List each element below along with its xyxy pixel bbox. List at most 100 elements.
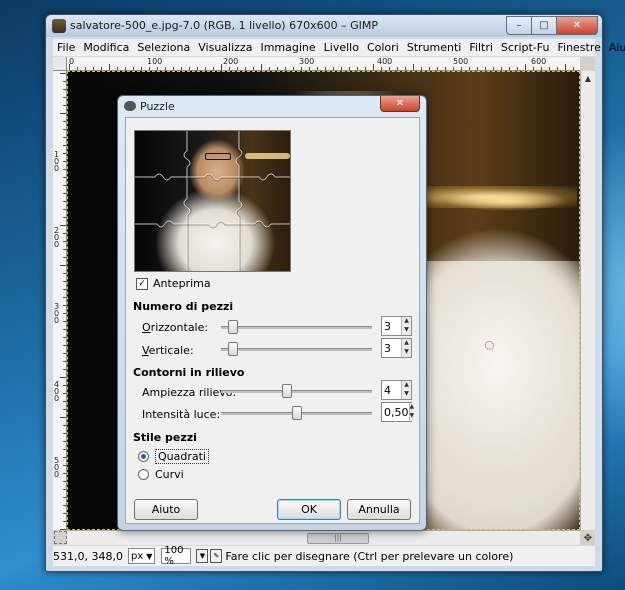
ruler-tick	[117, 67, 118, 70]
ruler-tick	[60, 529, 66, 530]
style-option-curvi[interactable]: Curvi	[138, 468, 184, 481]
spin-up-icon[interactable]: ▲	[402, 317, 411, 326]
vertical-scrollbar[interactable]: ▲	[580, 71, 595, 530]
ruler-tick	[60, 265, 66, 266]
horizontal-ruler[interactable]: 0 100 200 300 400 500 600	[67, 57, 580, 71]
zoom-dropdown-icon[interactable]: ▼	[196, 549, 209, 563]
ruler-tick	[63, 369, 66, 370]
ruler-tick	[429, 67, 430, 70]
ruler-tick	[63, 329, 66, 330]
help-button[interactable]: Aiuto	[134, 499, 198, 520]
ruler-tick	[261, 64, 262, 70]
spin-up-icon[interactable]: ▲	[402, 339, 411, 348]
ruler-tick	[549, 67, 550, 70]
zoom-value: 100 %	[164, 545, 184, 567]
ruler-corner[interactable]	[53, 57, 67, 71]
dialog-close-button[interactable]: ✕	[380, 96, 420, 112]
scroll-up-icon[interactable]: ▲	[582, 72, 594, 84]
vertical-ruler[interactable]: 100 200 300 400 500	[53, 71, 67, 530]
ruler-tick	[557, 67, 558, 70]
ruler-tick	[205, 67, 206, 70]
menu-livello[interactable]: Livello	[320, 41, 363, 54]
menu-script-fu[interactable]: Script-Fu	[497, 41, 554, 54]
menu-seleziona[interactable]: Seleziona	[133, 41, 194, 54]
ruler-tick	[63, 497, 66, 498]
minimize-button[interactable]: –	[506, 16, 532, 35]
ruler-tick	[389, 67, 390, 70]
ruler-tick	[157, 67, 158, 70]
maximize-button[interactable]: □	[531, 16, 557, 35]
ruler-h-label: 400	[377, 57, 393, 66]
quick-mask-icon[interactable]	[54, 531, 67, 544]
highlight-spinbox[interactable]: 0,50 ▲ ▼	[381, 402, 415, 422]
dialog-body: ✓ Anteprima Numero di pezzi Orizzontale:…	[125, 117, 420, 524]
vertical-slider-thumb[interactable]	[228, 342, 239, 356]
ruler-tick	[63, 209, 66, 210]
preview-checkbox-row[interactable]: ✓ Anteprima	[136, 277, 211, 290]
ruler-tick	[63, 89, 66, 90]
ruler-tick	[165, 67, 166, 70]
horizontal-scrollbar[interactable]: |||	[67, 530, 580, 545]
section-bevel-title: Contorni in rilievo	[133, 366, 245, 379]
bevel-width-slider-thumb[interactable]	[281, 384, 292, 398]
ruler-tick	[60, 417, 66, 418]
ruler-tick	[253, 67, 254, 70]
zoom-select[interactable]: 100 %	[161, 545, 192, 567]
radio-quadrati[interactable]	[138, 451, 149, 462]
ruler-tick	[365, 67, 366, 70]
ruler-tick	[173, 67, 174, 70]
ruler-tick	[485, 67, 486, 70]
window-titlebar[interactable]: salvatore-500_e.jpg-7.0 (RGB, 1 livello)…	[46, 15, 602, 37]
ruler-tick	[325, 67, 326, 70]
bevel-width-spinbox[interactable]: 4 ▲ ▼	[381, 380, 412, 400]
horizontal-scroll-thumb[interactable]: |||	[307, 533, 369, 544]
horizontal-slider-track[interactable]	[221, 326, 372, 329]
menu-immagine[interactable]: Immagine	[256, 41, 319, 54]
menu-filtri[interactable]: Filtri	[465, 41, 497, 54]
spin-down-icon[interactable]: ▼	[402, 326, 411, 335]
ruler-tick	[277, 67, 278, 70]
menu-file[interactable]: File	[53, 41, 79, 54]
spin-up-icon[interactable]: ▲	[409, 403, 415, 412]
spin-down-icon[interactable]: ▼	[409, 412, 415, 421]
spin-up-icon[interactable]: ▲	[402, 381, 411, 390]
ruler-tick	[63, 105, 66, 106]
vertical-spinbox[interactable]: 3 ▲ ▼	[381, 338, 412, 358]
preview-checkbox[interactable]: ✓	[136, 277, 148, 290]
cancel-button[interactable]: Annulla	[347, 499, 411, 520]
menu-aiuto[interactable]: Aiuto	[605, 41, 625, 54]
ruler-tick	[445, 67, 446, 70]
spin-down-icon[interactable]: ▼	[402, 348, 411, 357]
horizontal-slider-thumb[interactable]	[228, 320, 239, 334]
menu-visualizza[interactable]: Visualizza	[194, 41, 256, 54]
style-option-quadrati[interactable]: Quadrati	[138, 449, 209, 464]
menu-modifica[interactable]: Modifica	[79, 41, 133, 54]
ruler-tick	[63, 425, 66, 426]
ruler-tick	[63, 177, 66, 178]
ruler-tick	[477, 67, 478, 70]
menu-colori[interactable]: Colori	[363, 41, 403, 54]
ok-button[interactable]: OK	[277, 499, 341, 520]
menu-finestre[interactable]: Finestre	[553, 41, 604, 54]
ruler-tick	[63, 457, 66, 458]
bevel-width-slider-track[interactable]	[221, 390, 372, 393]
radio-curvi[interactable]	[138, 469, 149, 480]
close-button[interactable]: ✕	[556, 16, 598, 35]
preview-image[interactable]	[134, 130, 291, 272]
highlight-slider-thumb[interactable]	[291, 406, 302, 420]
ruler-tick	[60, 225, 66, 226]
ruler-tick	[63, 321, 66, 322]
ruler-tick	[501, 67, 502, 70]
gimp-icon	[52, 19, 66, 33]
horizontal-spinbox[interactable]: 3 ▲ ▼	[381, 316, 412, 336]
ruler-tick	[125, 67, 126, 70]
unit-select[interactable]: px ▼	[127, 548, 156, 564]
ruler-tick	[213, 67, 214, 70]
ruler-tick	[421, 67, 422, 70]
menu-strumenti[interactable]: Strumenti	[403, 41, 466, 54]
navigate-icon[interactable]: ✥	[582, 532, 594, 544]
vertical-slider-track[interactable]	[221, 348, 372, 351]
ruler-tick	[63, 81, 66, 82]
ruler-tick	[149, 67, 150, 70]
spin-down-icon[interactable]: ▼	[402, 390, 411, 399]
